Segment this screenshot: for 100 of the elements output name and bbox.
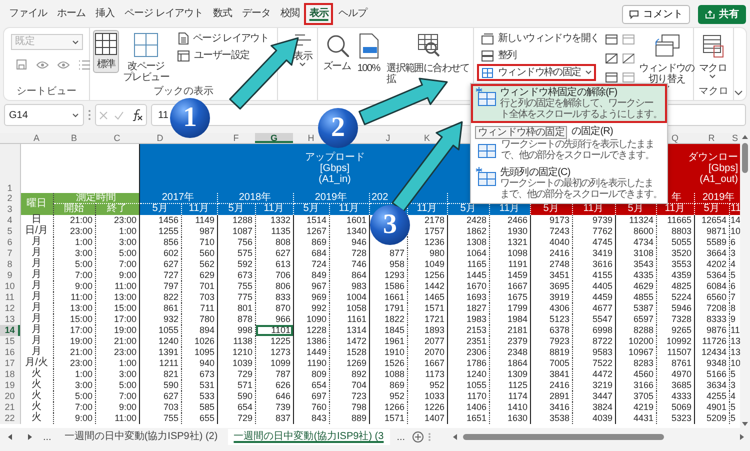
- table-cell[interactable]: 5946: [656, 302, 694, 314]
- ribbon-button[interactable]: 改ページ プレビュー: [121, 30, 172, 86]
- table-cell[interactable]: 627: [139, 258, 181, 270]
- table-cell[interactable]: 1267: [293, 226, 329, 236]
- table-cell[interactable]: 1087: [217, 226, 255, 236]
- table-cell[interactable]: 849: [293, 270, 329, 280]
- table-cell[interactable]: 711: [181, 302, 217, 314]
- table-cell[interactable]: 1586: [369, 280, 407, 292]
- table-cell[interactable]: 1799: [489, 302, 530, 314]
- table-cell[interactable]: 1055: [139, 324, 181, 336]
- table-cell[interactable]: 4825: [656, 280, 694, 292]
- table-cell[interactable]: 703: [139, 402, 181, 412]
- table-cell[interactable]: 3416: [530, 402, 572, 412]
- table-cell[interactable]: 2153: [447, 324, 489, 336]
- table-cell[interactable]: 724: [293, 258, 329, 270]
- table-cell[interactable]: 9583: [572, 346, 615, 358]
- table-cell[interactable]: 10967: [615, 346, 656, 358]
- add-sheet-icon[interactable]: [412, 431, 424, 443]
- table-cell[interactable]: 969: [293, 292, 329, 302]
- table-cell[interactable]: 1099: [255, 358, 293, 368]
- table-cell[interactable]: 1309: [489, 368, 530, 380]
- table-cell[interactable]: 7923: [530, 336, 572, 346]
- table-cell[interactable]: 5069: [656, 402, 694, 412]
- table-cell[interactable]: 4560: [615, 368, 656, 380]
- comment-button[interactable]: コメント: [622, 4, 690, 24]
- table-cell[interactable]: 5123: [530, 314, 572, 324]
- table-cell[interactable]: 1098: [489, 248, 530, 258]
- ribbon-button[interactable]: 選択範囲に合わせて 拡: [384, 30, 472, 88]
- table-cell[interactable]: 1226: [407, 402, 447, 412]
- table-cell[interactable]: 1862: [447, 226, 489, 236]
- table-cell[interactable]: 684: [293, 248, 329, 258]
- table-cell[interactable]: 703: [181, 292, 217, 302]
- table-cell[interactable]: 8722: [572, 336, 615, 346]
- menu-tab[interactable]: ページ レイアウト: [120, 3, 208, 25]
- row-header[interactable]: 6: [0, 236, 20, 248]
- table-cell[interactable]: 1255: [139, 226, 181, 236]
- table-cell[interactable]: 780: [181, 314, 217, 324]
- menu-tab[interactable]: 校閲: [275, 3, 304, 25]
- table-cell[interactable]: 1026: [181, 336, 217, 346]
- table-cell[interactable]: 4970: [656, 368, 694, 380]
- table-cell[interactable]: 4734: [615, 236, 656, 248]
- scroll-left-icon[interactable]: [451, 433, 460, 441]
- table-cell[interactable]: 3919: [530, 292, 572, 302]
- table-cell[interactable]: 4629: [615, 280, 656, 292]
- ribbon-button[interactable]: 新しいウィンドウを開く: [477, 30, 604, 47]
- table-cell[interactable]: 940: [181, 358, 217, 368]
- table-cell[interactable]: 1675: [489, 292, 530, 302]
- table-cell[interactable]: 4745: [572, 236, 615, 248]
- menu-tab[interactable]: ファイル: [4, 3, 52, 25]
- table-cell[interactable]: 7:00: [53, 270, 95, 280]
- table-cell[interactable]: 706: [255, 270, 293, 280]
- table-cell[interactable]: 798: [329, 402, 369, 412]
- table-cell[interactable]: 575: [217, 248, 255, 258]
- table-cell[interactable]: 1210: [217, 346, 255, 358]
- sheet-tab[interactable]: 一週間の日中変動(協力ISP9社) (2): [58, 429, 224, 445]
- row-header[interactable]: 7: [0, 248, 20, 258]
- table-cell[interactable]: 3219: [572, 380, 615, 390]
- table-cell[interactable]: 1314: [329, 324, 369, 336]
- table-cell[interactable]: 8761: [656, 358, 694, 368]
- row-header[interactable]: 22: [0, 412, 20, 424]
- table-cell[interactable]: 9265: [656, 324, 694, 336]
- more-tabs-button[interactable]: ...: [394, 430, 408, 444]
- table-cell[interactable]: 870: [255, 302, 293, 314]
- table-cell[interactable]: 697: [293, 390, 329, 402]
- table-cell[interactable]: 1930: [489, 226, 530, 236]
- table-cell[interactable]: 1449: [293, 346, 329, 358]
- table-cell[interactable]: 1293: [369, 270, 407, 280]
- table-cell[interactable]: 9173: [530, 214, 572, 226]
- table-cell[interactable]: 2306: [447, 346, 489, 358]
- table-cell[interactable]: 7208: [694, 302, 729, 314]
- table-cell[interactable]: 775: [217, 292, 255, 302]
- window-option-icon[interactable]: [605, 53, 618, 64]
- table-cell[interactable]: 5055: [656, 236, 694, 248]
- table-cell[interactable]: 1332: [255, 214, 293, 226]
- table-cell[interactable]: 6084: [694, 280, 729, 292]
- column-header[interactable]: H: [308, 133, 314, 143]
- table-cell[interactable]: 9739: [572, 214, 615, 226]
- table-cell[interactable]: 3451: [530, 270, 572, 280]
- table-cell[interactable]: 1170: [447, 390, 489, 402]
- table-cell[interactable]: 1670: [447, 280, 489, 292]
- table-cell[interactable]: 3520: [656, 248, 694, 258]
- table-cell[interactable]: 23:00: [53, 358, 95, 368]
- table-cell[interactable]: 980: [407, 248, 447, 258]
- column-header[interactable]: D: [156, 133, 164, 143]
- table-cell[interactable]: 10200: [615, 336, 656, 346]
- table-cell[interactable]: 822: [139, 292, 181, 302]
- table-cell[interactable]: 602: [139, 248, 181, 258]
- table-cell[interactable]: 998: [217, 324, 255, 336]
- table-cell[interactable]: 1039: [217, 358, 255, 368]
- table-cell[interactable]: 9871: [694, 226, 729, 236]
- table-cell[interactable]: 1601: [329, 214, 369, 226]
- table-cell[interactable]: 629: [181, 270, 217, 280]
- menu-tab[interactable]: データ: [236, 3, 276, 25]
- column-header[interactable]: B: [70, 133, 77, 143]
- table-cell[interactable]: 4359: [656, 270, 694, 280]
- table-cell[interactable]: 1321: [489, 236, 530, 248]
- table-cell[interactable]: 11726: [694, 336, 729, 346]
- table-cell[interactable]: 7328: [656, 314, 694, 324]
- table-cell[interactable]: 1651: [447, 412, 489, 424]
- table-cell[interactable]: 1064: [447, 248, 489, 258]
